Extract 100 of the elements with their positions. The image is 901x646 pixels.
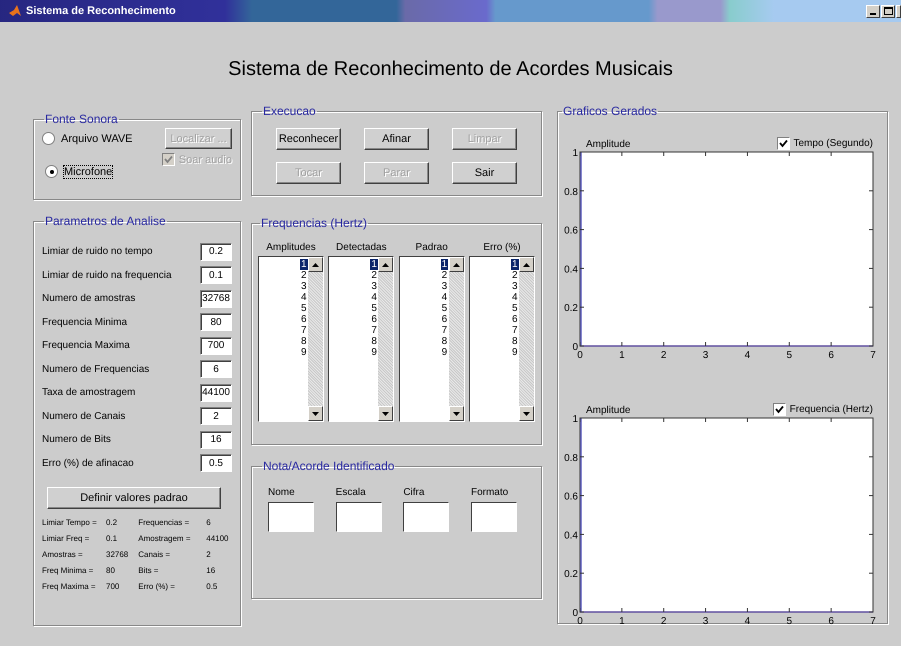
down-arrow-icon [452,412,460,416]
list-item[interactable]: 3 [370,281,378,292]
list-item[interactable]: 1 [370,259,378,270]
list-item[interactable]: 6 [370,314,378,325]
input-field[interactable] [470,502,517,532]
list-item[interactable]: 3 [440,281,448,292]
summary-label: Bits = [138,566,160,577]
list-box[interactable]: 1 2 3 4 5 6 7 8 9 [398,256,465,422]
x-tick-label: 4 [744,616,750,627]
list-item[interactable]: 6 [440,314,448,325]
radio-option[interactable]: Arquivo WAVE [42,132,133,145]
field-label: Limiar de ruido no tempo [42,246,153,258]
list-item[interactable]: 5 [440,303,448,314]
summary-label: Frequencias = [138,518,190,529]
y-axis-label: Amplitude [586,139,630,150]
input-field[interactable]: 0.5 [200,454,232,472]
check-icon [774,405,784,414]
list-item[interactable]: 7 [440,325,448,336]
list-item[interactable]: 5 [510,303,519,314]
input-field[interactable]: 16 [200,430,232,449]
field-label: Escala [336,487,367,498]
list-item[interactable]: 7 [510,325,519,336]
list-item[interactable]: 7 [370,325,378,336]
list-item[interactable]: 4 [510,292,519,303]
x-tick-label: 0 [577,616,583,627]
list-item[interactable]: 8 [440,336,448,347]
y-tick-label: 0 [572,608,578,619]
list-item[interactable]: 4 [370,292,378,303]
list-box[interactable]: 1 2 3 4 5 6 7 8 9 [468,256,535,422]
list-item[interactable]: 3 [510,281,519,292]
input-field[interactable]: 0.1 [200,266,232,284]
list-item[interactable]: 9 [440,347,448,358]
scroll-down-button[interactable] [308,406,323,421]
up-arrow-icon [382,262,390,266]
list-item[interactable]: 6 [300,314,308,325]
scroll-up-button[interactable] [308,257,323,272]
list-item[interactable]: 1 [440,259,448,270]
list-item[interactable]: 4 [440,292,448,303]
input-field[interactable]: 700 [200,336,232,355]
scrollbar[interactable] [308,257,323,421]
list-item[interactable]: 2 [370,270,378,281]
input-field[interactable] [268,502,314,532]
y-tick-label: 0.8 [564,452,578,464]
input-field[interactable]: 6 [200,360,232,378]
scroll-up-button[interactable] [378,257,394,272]
action-button[interactable]: Afinar [364,128,429,150]
scroll-down-button[interactable] [378,406,394,421]
scroll-up-button[interactable] [448,257,464,272]
input-field[interactable]: 32768 [200,290,232,308]
list-item[interactable]: 1 [300,259,308,270]
input-field[interactable]: 0.2 [200,242,232,261]
up-arrow-icon [452,262,460,266]
list-box[interactable]: 1 2 3 4 5 6 7 8 9 [258,256,324,422]
radio-option[interactable]: Microfone [45,165,112,178]
scrollbar[interactable] [518,257,534,421]
minimize-button[interactable] [866,4,880,18]
list-item[interactable]: 9 [510,347,519,358]
input-field[interactable] [336,502,382,532]
list-item[interactable]: 3 [300,281,308,292]
list-item[interactable]: 5 [300,303,308,314]
chart-toggle-checkbox[interactable]: Frequencia (Hertz) [772,403,873,416]
input-field[interactable]: 2 [200,407,232,426]
summary-label: Amostragem = [138,534,192,545]
app-heading: Sistema de Reconhecimento de Acordes Musicais [227,57,674,82]
list-item[interactable]: 8 [300,336,308,347]
list-item[interactable]: 9 [370,347,378,358]
list-item[interactable]: 9 [300,347,308,358]
action-button[interactable]: Sair [452,162,517,184]
list-item[interactable]: 8 [370,336,378,347]
input-field[interactable]: 80 [200,313,232,332]
scrollbar[interactable] [448,257,464,421]
list-item[interactable]: 2 [440,270,448,281]
x-tick-label: 6 [828,616,834,627]
y-tick-label: 0.8 [564,186,578,198]
list-item[interactable]: 4 [300,292,308,303]
maximize-button[interactable] [881,4,895,18]
input-field[interactable] [403,502,450,532]
action-button[interactable]: Reconhecer [276,128,341,150]
panel-title: Fonte Sonora [44,112,119,126]
x-tick-label: 5 [786,616,792,627]
defaults-button[interactable]: Definir valores padrao [47,487,221,509]
list-item[interactable]: 8 [510,336,519,347]
x-tick-label: 6 [828,350,834,361]
list-item[interactable]: 2 [510,270,519,281]
field-label: Taxa de amostragem [42,387,136,398]
list-box[interactable]: 1 2 3 4 5 6 7 8 9 [328,256,394,422]
scrollbar[interactable] [378,257,394,421]
chart-toggle-checkbox[interactable]: Tempo (Segundo) [776,137,873,150]
scroll-down-button[interactable] [518,406,534,421]
y-tick-label: 0.6 [564,226,578,237]
list-item[interactable]: 7 [300,325,308,336]
scroll-up-button[interactable] [518,257,534,272]
list-item[interactable]: 5 [370,303,378,314]
list-item[interactable]: 2 [300,270,308,281]
input-field[interactable]: 44100 [200,384,232,402]
close-button[interactable] [896,4,901,18]
scroll-down-button[interactable] [448,406,464,421]
column-header: Padrao [416,242,448,253]
list-item[interactable]: 1 [510,259,519,270]
list-item[interactable]: 6 [510,314,519,325]
